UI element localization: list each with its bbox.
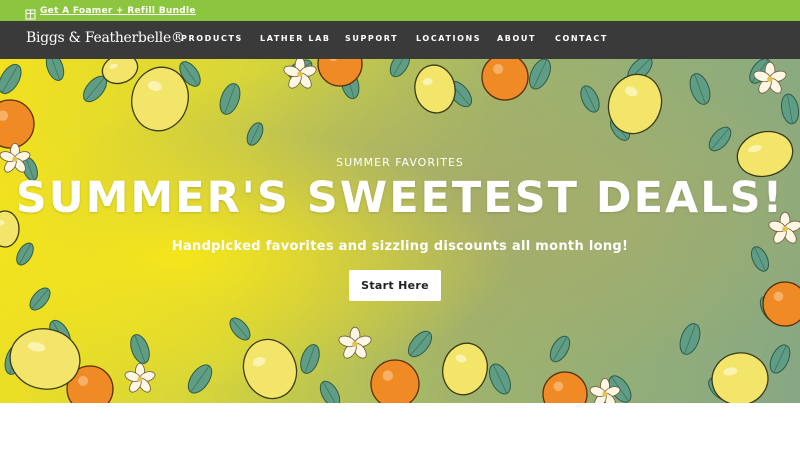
nav-item-lather-lab[interactable]: LATHER LAB — [260, 34, 331, 43]
promo-link[interactable]: Get A Foamer + Refill Bundle — [40, 6, 196, 16]
nav-item-products[interactable]: PRODUCTS — [181, 34, 243, 43]
nav-item-locations[interactable]: LOCATIONS — [416, 34, 481, 43]
gift-icon — [25, 5, 36, 20]
nav-item-support[interactable]: SUPPORT — [345, 34, 398, 43]
nav-item-contact[interactable]: CONTACT — [555, 34, 608, 43]
site-header: Biggs & Featherbelle® PRODUCTS LATHER LA… — [0, 21, 800, 59]
hero-subtitle: Handpicked favorites and sizzling discou… — [171, 239, 629, 254]
page-content-area — [0, 403, 800, 450]
main-nav: PRODUCTS LATHER LAB SUPPORT LOCATIONS AB… — [0, 21, 800, 59]
hero-eyebrow: SUMMER FAVORITES — [336, 156, 464, 169]
citrus-border-illustration — [0, 59, 800, 403]
nav-item-about[interactable]: ABOUT — [497, 34, 536, 43]
hero-title: SUMMER'S SWEETEST DEALS! — [15, 173, 785, 223]
hero-banner: SUMMER FAVORITES SUMMER'S SWEETEST DEALS… — [0, 59, 800, 403]
promo-bar: Get A Foamer + Refill Bundle — [0, 0, 800, 21]
start-here-button[interactable]: Start Here — [349, 270, 441, 301]
